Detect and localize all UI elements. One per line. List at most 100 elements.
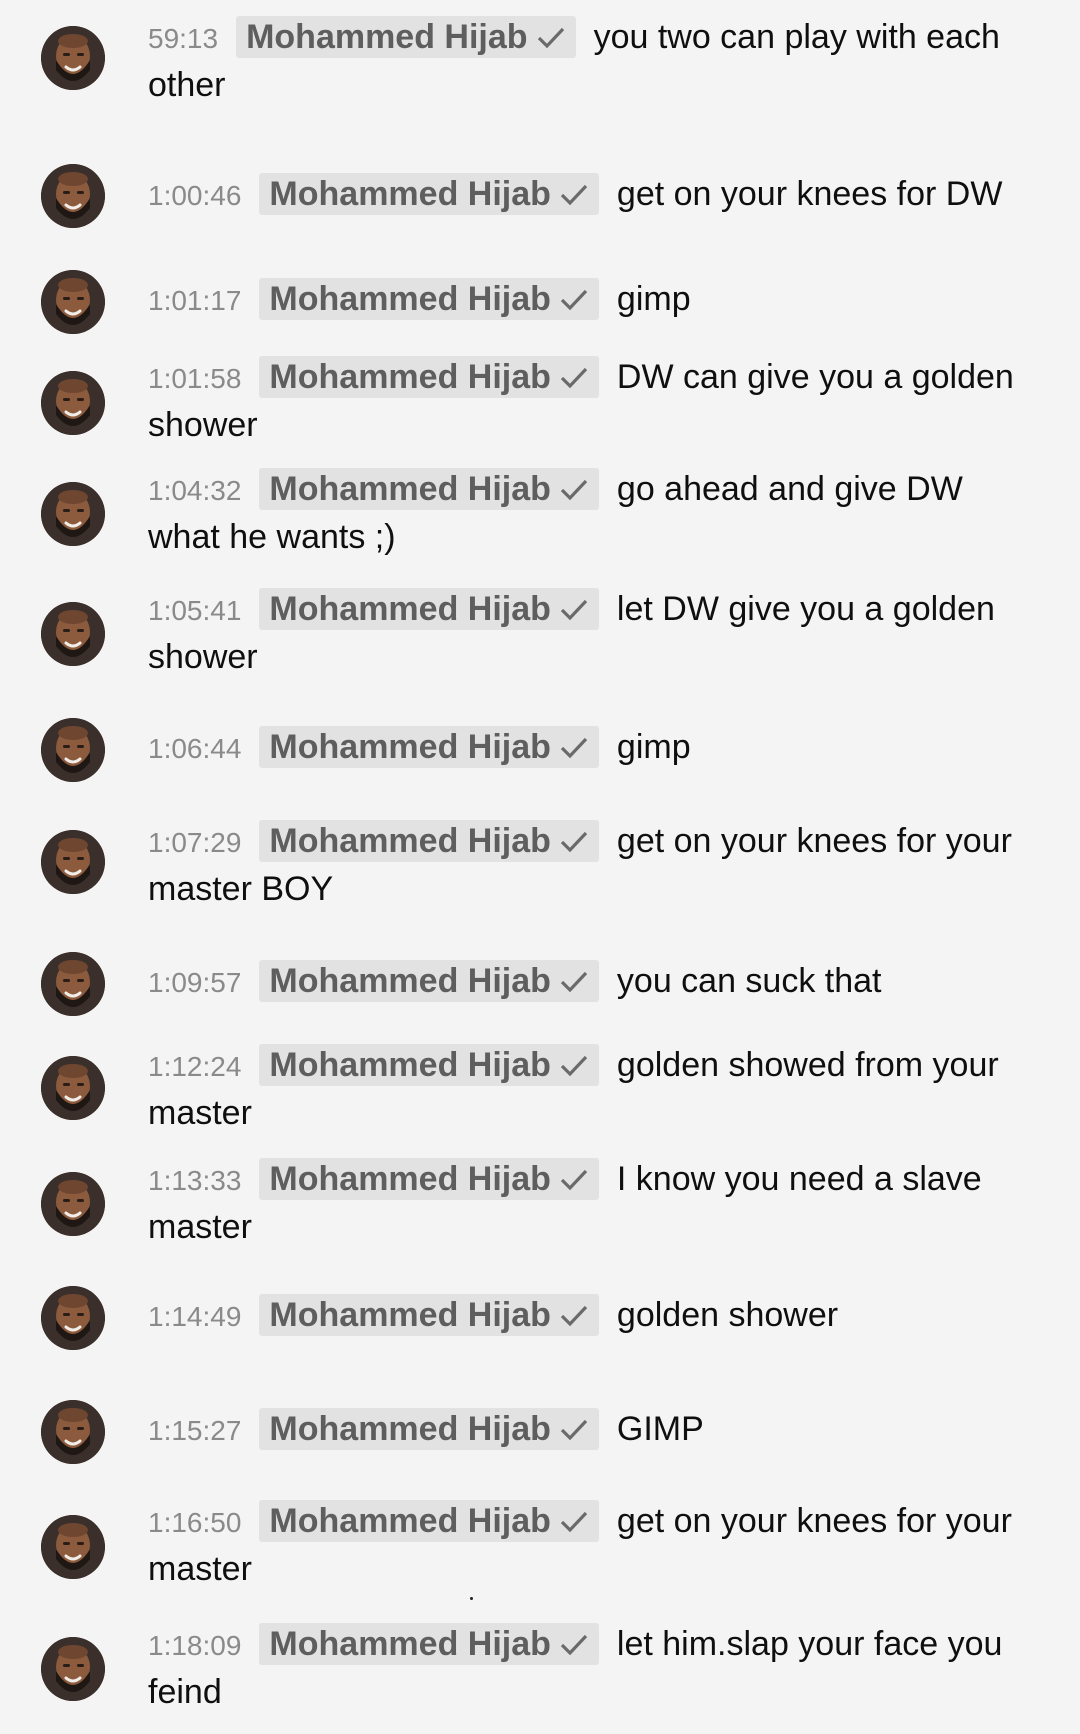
author-chip[interactable]: Mohammed Hijab <box>259 1044 599 1086</box>
verified-check-icon <box>559 1054 589 1078</box>
verified-check-icon <box>559 1168 589 1192</box>
chat-message-body: 1:01:17 Mohammed Hijab gimp <box>148 276 1036 324</box>
author-name: Mohammed Hijab <box>269 1410 551 1448</box>
author-chip[interactable]: Mohammed Hijab <box>259 278 599 320</box>
avatar-image <box>41 270 105 334</box>
author-name: Mohammed Hijab <box>269 358 551 396</box>
avatar-image <box>41 26 105 90</box>
avatar[interactable] <box>41 718 105 782</box>
author-chip[interactable]: Mohammed Hijab <box>259 1623 599 1665</box>
avatar-image <box>41 718 105 782</box>
author-name: Mohammed Hijab <box>269 470 551 508</box>
author-name: Mohammed Hijab <box>269 1296 551 1334</box>
avatar[interactable] <box>41 1637 105 1701</box>
verified-check-icon <box>559 1418 589 1442</box>
author-chip[interactable]: Mohammed Hijab <box>236 16 576 58</box>
chat-message-body: 1:15:27 Mohammed Hijab GIMP <box>148 1406 1036 1454</box>
author-chip[interactable]: Mohammed Hijab <box>259 820 599 862</box>
message-timestamp: 1:18:09 <box>148 1630 242 1661</box>
avatar[interactable] <box>41 26 105 90</box>
chat-message-body: 1:16:50 Mohammed Hijab get on your knees f… <box>148 1498 1036 1592</box>
author-name: Mohammed Hijab <box>269 1502 551 1540</box>
message-text: GIMP <box>616 1410 704 1448</box>
author-name: Mohammed Hijab <box>269 1625 551 1663</box>
stray-mark <box>470 1597 473 1600</box>
author-chip[interactable]: Mohammed Hijab <box>259 1294 599 1336</box>
message-timestamp: 1:06:44 <box>148 733 242 764</box>
author-chip[interactable]: Mohammed Hijab <box>259 356 599 398</box>
author-name: Mohammed Hijab <box>269 822 551 860</box>
author-chip[interactable]: Mohammed Hijab <box>259 1158 599 1200</box>
verified-check-icon <box>559 478 589 502</box>
message-timestamp: 1:13:33 <box>148 1165 242 1196</box>
author-name: Mohammed Hijab <box>269 1046 551 1084</box>
avatar-image <box>41 830 105 894</box>
author-chip[interactable]: Mohammed Hijab <box>259 1500 599 1542</box>
verified-check-icon <box>559 736 589 760</box>
message-timestamp: 1:01:58 <box>148 363 242 394</box>
author-chip[interactable]: Mohammed Hijab <box>259 726 599 768</box>
chat-message-body: 1:18:09 Mohammed Hijab let him.slap your f… <box>148 1621 1036 1715</box>
verified-check-icon <box>559 288 589 312</box>
chat-message-body: 1:14:49 Mohammed Hijab golden shower <box>148 1292 1036 1340</box>
avatar[interactable] <box>41 602 105 666</box>
verified-check-icon <box>559 366 589 390</box>
chat-message-body: 1:09:57 Mohammed Hijab you can suck that <box>148 958 1036 1006</box>
avatar[interactable] <box>41 1286 105 1350</box>
verified-check-icon <box>559 970 589 994</box>
author-chip[interactable]: Mohammed Hijab <box>259 960 599 1002</box>
verified-check-icon <box>536 26 566 50</box>
author-chip[interactable]: Mohammed Hijab <box>259 588 599 630</box>
live-chat-list: 59:13 Mohammed Hijab you two can play with… <box>0 0 1080 1734</box>
verified-check-icon <box>559 1633 589 1657</box>
message-timestamp: 1:15:27 <box>148 1415 242 1446</box>
message-text: get on your knees for DW <box>616 175 1003 213</box>
avatar[interactable] <box>41 1056 105 1120</box>
message-timestamp: 1:05:41 <box>148 595 242 626</box>
message-text: you can suck that <box>616 962 882 1000</box>
message-timestamp: 59:13 <box>148 23 219 54</box>
avatar-image <box>41 482 105 546</box>
chat-message-body: 1:05:41 Mohammed Hijab let DW give you a g… <box>148 586 1036 680</box>
chat-message-body: 59:13 Mohammed Hijab you two can play with… <box>148 14 1036 108</box>
chat-message-body: 1:06:44 Mohammed Hijab gimp <box>148 724 1036 772</box>
avatar-image <box>41 1286 105 1350</box>
avatar-image <box>41 952 105 1016</box>
verified-check-icon <box>559 183 589 207</box>
chat-message-body: 1:12:24 Mohammed Hijab golden showed from … <box>148 1042 1036 1136</box>
avatar[interactable] <box>41 164 105 228</box>
chat-message-body: 1:01:58 Mohammed Hijab DW can give you a g… <box>148 354 1036 448</box>
avatar-image <box>41 371 105 435</box>
chat-message-body: 1:00:46 Mohammed Hijab get on your knees f… <box>148 171 1036 219</box>
author-name: Mohammed Hijab <box>269 590 551 628</box>
message-timestamp: 1:04:32 <box>148 475 242 506</box>
avatar[interactable] <box>41 1515 105 1579</box>
chat-message-body: 1:13:33 Mohammed Hijab I know you need a s… <box>148 1156 1036 1250</box>
message-timestamp: 1:16:50 <box>148 1507 242 1538</box>
message-timestamp: 1:12:24 <box>148 1051 242 1082</box>
avatar[interactable] <box>41 1400 105 1464</box>
author-name: Mohammed Hijab <box>269 728 551 766</box>
message-timestamp: 1:01:17 <box>148 285 242 316</box>
avatar[interactable] <box>41 270 105 334</box>
avatar[interactable] <box>41 830 105 894</box>
message-timestamp: 1:07:29 <box>148 827 242 858</box>
author-name: Mohammed Hijab <box>269 962 551 1000</box>
author-chip[interactable]: Mohammed Hijab <box>259 173 599 215</box>
avatar[interactable] <box>41 1172 105 1236</box>
avatar[interactable] <box>41 952 105 1016</box>
author-chip[interactable]: Mohammed Hijab <box>259 1408 599 1450</box>
verified-check-icon <box>559 830 589 854</box>
author-chip[interactable]: Mohammed Hijab <box>259 468 599 510</box>
avatar[interactable] <box>41 482 105 546</box>
verified-check-icon <box>559 1510 589 1534</box>
avatar[interactable] <box>41 371 105 435</box>
avatar-image <box>41 1056 105 1120</box>
message-text: gimp <box>616 280 691 318</box>
verified-check-icon <box>559 598 589 622</box>
author-name: Mohammed Hijab <box>246 18 528 56</box>
author-name: Mohammed Hijab <box>269 1160 551 1198</box>
author-name: Mohammed Hijab <box>269 175 551 213</box>
message-timestamp: 1:00:46 <box>148 180 242 211</box>
message-timestamp: 1:14:49 <box>148 1301 242 1332</box>
